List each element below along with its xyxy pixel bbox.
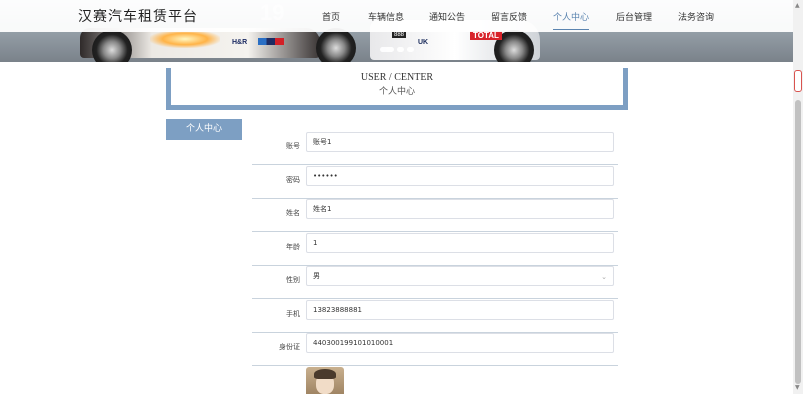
nav-announcements[interactable]: 通知公告 (429, 10, 465, 23)
wheel-image (92, 30, 132, 62)
scroll-down-icon[interactable]: ▼ (795, 384, 800, 391)
form-row-gender: 性别 男 ⌄ (252, 265, 618, 299)
side-tab-user-center[interactable]: 个人中心 (166, 119, 242, 140)
carousel-dot-active[interactable] (380, 47, 394, 52)
nav-admin[interactable]: 后台管理 (616, 10, 652, 23)
gender-select-value: 男 (313, 272, 320, 280)
uk-decal: UK (418, 39, 429, 46)
form-row-name: 姓名 姓名1 (252, 198, 618, 232)
form-row-password: 密码 •••••• (252, 165, 618, 199)
brand-title[interactable]: 汉赛汽车租赁平台 (78, 6, 198, 26)
name-input[interactable]: 姓名1 (306, 199, 614, 219)
account-label: 账号 (286, 142, 300, 150)
name-label: 姓名 (286, 209, 300, 217)
id-card-label: 身份证 (279, 343, 300, 351)
gender-label: 性别 (286, 276, 300, 284)
nav-feedback[interactable]: 留言反馈 (491, 10, 527, 23)
scroll-thumb[interactable] (795, 100, 801, 384)
active-nav-indicator (553, 29, 590, 30)
account-input[interactable]: 账号1 (306, 132, 614, 152)
nav-vehicle-info[interactable]: 车辆信息 (368, 10, 404, 23)
age-label: 年龄 (286, 243, 300, 251)
carousel-dot[interactable] (397, 47, 404, 52)
scroll-position-marker (794, 70, 802, 92)
nav-user-center[interactable]: 个人中心 (553, 10, 590, 30)
car-number-plate: 888 (392, 32, 407, 38)
section-header: USER / CENTER 个人中心 (166, 68, 628, 110)
age-input[interactable]: 1 (306, 233, 614, 253)
password-label: 密码 (286, 176, 300, 184)
vertical-scrollbar[interactable]: ▲ ▼ (793, 0, 803, 394)
avatar[interactable] (306, 367, 344, 394)
sponsor-decal: H&R (232, 39, 248, 46)
section-title-en: USER / CENTER (360, 72, 434, 83)
chevron-down-icon: ⌄ (601, 273, 607, 281)
nav-legal-consult[interactable]: 法务咨询 (678, 10, 714, 23)
scroll-up-icon[interactable]: ▲ (795, 2, 800, 9)
exhaust-flame (150, 30, 220, 48)
wheel-image (316, 28, 356, 62)
carousel-dot[interactable] (407, 47, 414, 52)
id-card-input[interactable]: 440300199101010001 (306, 333, 614, 353)
stripe-decal (258, 38, 284, 45)
total-decal: TOTAL (470, 31, 502, 40)
form-row-phone: 手机 13823888881 (252, 299, 618, 333)
password-input[interactable]: •••••• (306, 166, 614, 186)
form-row-id-card: 身份证 440300199101010001 (252, 332, 618, 366)
nav-user-center-label: 个人中心 (553, 13, 590, 23)
gender-select[interactable]: 男 ⌄ (306, 266, 614, 286)
nav-home[interactable]: 首页 (322, 10, 340, 23)
section-title-cn: 个人中心 (378, 87, 415, 97)
phone-input[interactable]: 13823888881 (306, 300, 614, 320)
avatar-hair (314, 369, 336, 379)
phone-label: 手机 (286, 310, 300, 318)
form-row-age: 年龄 1 (252, 232, 618, 266)
form-row-account: 账号 账号1 (252, 131, 618, 165)
top-navigation-bar: 汉赛汽车租赁平台 首页 车辆信息 通知公告 留言反馈 个人中心 后台管理 法务咨… (0, 0, 793, 32)
